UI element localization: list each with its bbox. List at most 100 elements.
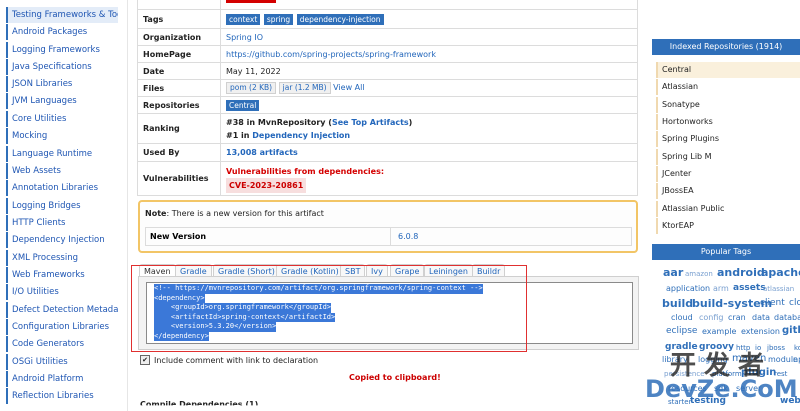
sidebar-item-logging-frameworks[interactable]: Logging Frameworks [6, 42, 118, 58]
tag-link[interactable]: eclipse [666, 326, 697, 336]
sidebar-item-mocking[interactable]: Mocking [6, 128, 118, 144]
new-version-link[interactable]: 6.0.8 [398, 232, 418, 241]
repo-item[interactable]: Sonatype [656, 97, 800, 113]
sidebar-item-xml-processing[interactable]: XML Processing [6, 250, 118, 266]
repo-item[interactable]: JBossEA [656, 183, 800, 199]
sidebar-item-dependency-injection[interactable]: Dependency Injection [6, 232, 118, 248]
notice-prefix: Note [145, 209, 167, 218]
repo-item[interactable]: Hortonworks [656, 114, 800, 130]
sidebar-item-io-utilities[interactable]: I/O Utilities [6, 284, 118, 300]
table-row: Used By 13,008 artifacts [137, 143, 638, 162]
tag-link[interactable]: databa [774, 313, 800, 322]
sidebar-item-java-specifications[interactable]: Java Specifications [6, 59, 118, 75]
sidebar-item-web-assets[interactable]: Web Assets [6, 163, 118, 179]
maven-snippet-textarea[interactable]: <!-- https://mvnrepository.com/artifact/… [146, 282, 633, 344]
repo-item[interactable]: JCenter [656, 166, 800, 182]
copied-message: Copied to clipboard! [349, 373, 441, 382]
sidebar-item-language-runtime[interactable]: Language Runtime [6, 146, 118, 162]
table-row: Organization Spring IO [137, 28, 638, 46]
sidebar-item-annotation-libraries[interactable]: Annotation Libraries [6, 180, 118, 196]
tag-link[interactable]: android [717, 266, 765, 279]
sidebar-item-android-platform[interactable]: Android Platform [6, 371, 118, 387]
top-artifacts-link[interactable]: See Top Artifacts [332, 118, 409, 127]
table-row: Repositories Central [137, 96, 638, 114]
repo-item[interactable]: Atlassian Public [656, 201, 800, 217]
code-line: <artifactId>spring-context</artifactId> [154, 312, 336, 322]
include-comment-label: Include comment with link to declaration [154, 355, 319, 365]
sidebar-item-defect-detection-metadata[interactable]: Defect Detection Metadata [6, 302, 118, 318]
repo-item[interactable]: Spring Lib M [656, 149, 800, 165]
dependency-injection-rank-link[interactable]: Dependency Injection [252, 131, 350, 140]
jar-download-link[interactable]: jar (1.2 MB) [278, 82, 331, 94]
repo-item[interactable]: KtorEAP [656, 218, 800, 234]
table-row: Files pom (2 KB) jar (1.2 MB) View All [137, 79, 638, 97]
include-comment-row: ✔ Include comment with link to declarati… [140, 355, 318, 365]
organization-link[interactable]: Spring IO [226, 33, 263, 42]
popular-tags-title: Popular Tags [652, 244, 800, 260]
table-row: HomePage https://github.com/spring-proje… [137, 45, 638, 63]
tag-spring[interactable]: spring [263, 13, 294, 25]
code-line: <groupId>org.springframework</groupId> [154, 303, 332, 313]
sidebar-item-reflection-libraries[interactable]: Reflection Libraries [6, 388, 118, 404]
snippet-panel: <!-- https://mvnrepository.com/artifact/… [138, 276, 639, 350]
cve-link[interactable]: CVE-2023-20861 [226, 177, 307, 193]
view-all-link[interactable]: View All [333, 83, 364, 92]
table-row [137, 0, 638, 10]
pom-download-link[interactable]: pom (2 KB) [226, 82, 277, 94]
artifact-info-table: Tags context spring dependency-injection… [137, 0, 638, 196]
tag-link[interactable]: clo [789, 298, 800, 308]
used-by-link[interactable]: 13,008 artifacts [226, 148, 298, 157]
tag-link[interactable]: cran [728, 313, 746, 322]
sidebar-item-android-packages[interactable]: Android Packages [6, 24, 118, 40]
tag-link[interactable]: build [662, 297, 693, 310]
include-comment-checkbox[interactable]: ✔ [140, 355, 150, 365]
popular-tags-panel: Popular Tags [652, 244, 800, 260]
tag-link[interactable]: aar [663, 266, 683, 279]
sidebar-item-testing-frameworks[interactable]: Testing Frameworks & Tools [6, 7, 118, 23]
tag-link[interactable]: gith [782, 325, 800, 336]
date-label: Date [137, 62, 221, 80]
sidebar-item-code-generators[interactable]: Code Generators [6, 336, 118, 352]
tag-link[interactable]: application [666, 284, 710, 293]
tag-link[interactable]: extension [741, 327, 780, 336]
devze-watermark: 开发者 DevZe.CoM [642, 345, 800, 411]
homepage-label: HomePage [137, 45, 221, 63]
sidebar-item-logging-bridges[interactable]: Logging Bridges [6, 198, 118, 214]
tag-link[interactable]: atlassian [763, 285, 794, 293]
sidebar-item-jvm-languages[interactable]: JVM Languages [6, 93, 118, 109]
new-version-notice: Note: There is a new version for this ar… [138, 200, 638, 253]
tag-link[interactable]: apache [761, 266, 800, 279]
ranking-line1: #38 in MvnRepository ( [226, 117, 332, 127]
tag-link[interactable]: config [699, 313, 723, 322]
organization-label: Organization [137, 28, 221, 46]
category-sidebar: Testing Frameworks & Tools Android Packa… [0, 0, 121, 411]
sidebar-item-configuration-libraries[interactable]: Configuration Libraries [6, 319, 118, 335]
compile-dependencies-heading: Compile Dependencies (1) [140, 400, 259, 409]
repository-central-badge[interactable]: Central [226, 99, 260, 111]
sidebar-item-http-clients[interactable]: HTTP Clients [6, 215, 118, 231]
sidebar-item-json-libraries[interactable]: JSON Libraries [6, 76, 118, 92]
repo-item[interactable]: Atlassian [656, 79, 800, 95]
new-version-row: New Version 6.0.8 [145, 227, 632, 246]
tag-link[interactable]: arm [713, 284, 729, 293]
table-row: Ranking #38 in MvnRepository (See Top Ar… [137, 113, 638, 144]
repo-item[interactable]: Spring Plugins [656, 131, 800, 147]
used-by-label: Used By [137, 143, 221, 162]
tag-link[interactable]: example [702, 327, 736, 336]
sidebar-item-web-frameworks[interactable]: Web Frameworks [6, 267, 118, 283]
tag-link[interactable]: cloud [671, 313, 693, 322]
table-row: Date May 11, 2022 [137, 62, 638, 80]
tag-context[interactable]: context [226, 13, 261, 25]
cropped-badge [226, 0, 276, 3]
tag-link[interactable]: data [752, 313, 770, 322]
sidebar-item-osgi-utilities[interactable]: OSGi Utilities [6, 354, 118, 370]
tag-link[interactable]: assets [733, 283, 766, 293]
tag-dependency-injection[interactable]: dependency-injection [296, 13, 384, 25]
tag-link[interactable]: amazon [685, 270, 713, 278]
tag-link[interactable]: client [760, 298, 785, 308]
repo-item[interactable]: Central [656, 62, 800, 78]
table-row: Vulnerabilities Vulnerabilities from dep… [137, 161, 638, 196]
homepage-link[interactable]: https://github.com/spring-projects/sprin… [226, 50, 436, 59]
sidebar-item-core-utilities[interactable]: Core Utilities [6, 111, 118, 127]
tags-value: context spring dependency-injection [220, 9, 638, 29]
